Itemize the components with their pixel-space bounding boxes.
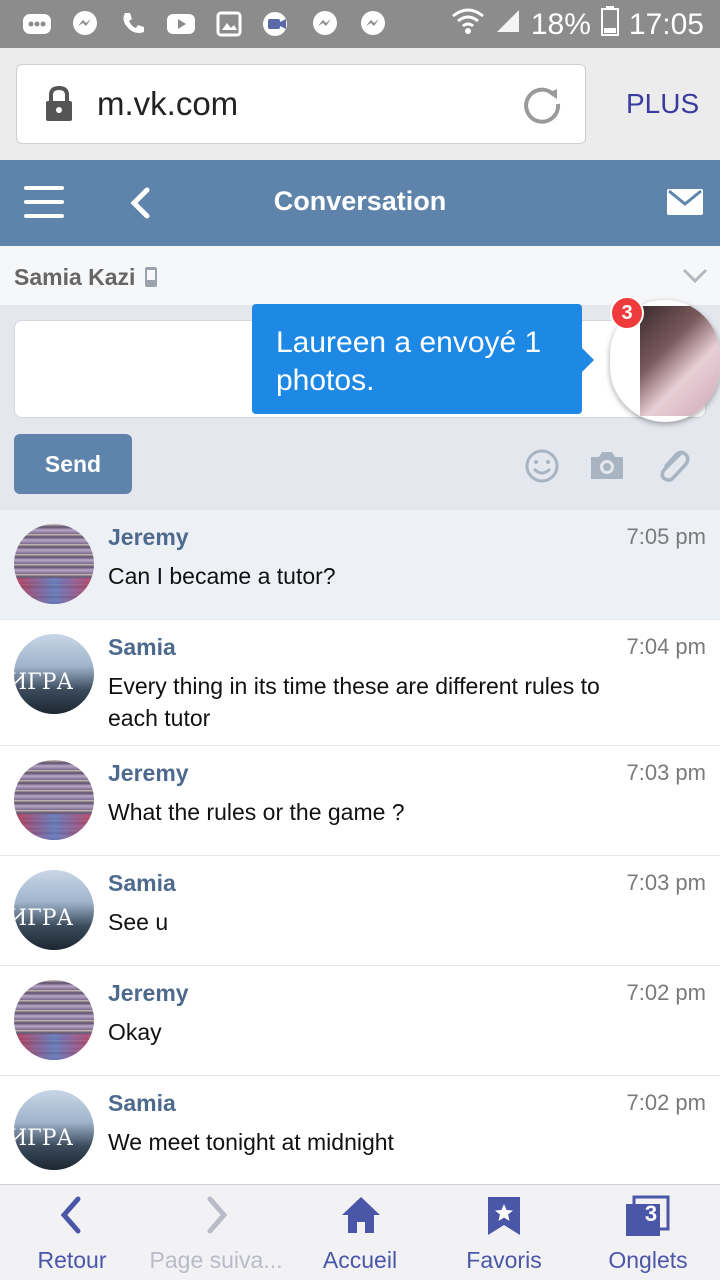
message-time: 7:03 pm xyxy=(626,870,707,895)
emoji-icon[interactable] xyxy=(524,448,560,489)
message-text: We meet tonight at midnight xyxy=(108,1129,394,1155)
browser-toolbar: m.vk.com PLUS xyxy=(0,48,720,160)
message-time: 7:05 pm xyxy=(626,524,707,549)
avatar[interactable] xyxy=(14,634,94,714)
avatar[interactable] xyxy=(14,870,94,950)
back-button[interactable]: Retour xyxy=(0,1185,144,1280)
message-item[interactable]: Samia 7:04 pm Every thing in its time th… xyxy=(0,620,720,746)
mail-icon[interactable] xyxy=(666,188,704,221)
forward-label: Page suiva... xyxy=(149,1247,283,1273)
notification-pointer xyxy=(580,346,594,374)
home-label: Accueil xyxy=(322,1247,398,1273)
system-indicators: 18% 17:05 xyxy=(451,6,704,44)
message-time: 7:02 pm xyxy=(626,980,707,1005)
message-sender[interactable]: Samia xyxy=(108,1090,176,1117)
url-bar[interactable]: m.vk.com xyxy=(16,64,586,144)
bookmark-star-icon xyxy=(486,1195,522,1242)
home-icon xyxy=(340,1195,382,1240)
message-sender[interactable]: Samia xyxy=(108,870,176,897)
message-item[interactable]: Jeremy 7:05 pm Can I became a tutor? xyxy=(0,510,720,620)
back-icon xyxy=(58,1195,84,1240)
browser-bottom-bar: Retour Page suiva... Accueil Favoris 3 O… xyxy=(0,1184,720,1280)
more-button[interactable]: PLUS xyxy=(626,88,699,120)
message-item[interactable]: Jeremy 7:02 pm Okay xyxy=(0,966,720,1076)
send-button[interactable]: Send xyxy=(14,434,132,494)
messenger-icon xyxy=(356,8,390,40)
battery-icon xyxy=(600,6,619,44)
reload-icon[interactable] xyxy=(521,83,563,130)
message-time: 7:02 pm xyxy=(626,1090,707,1115)
attach-icon[interactable] xyxy=(656,448,690,489)
url-text: m.vk.com xyxy=(97,85,239,122)
youtube-icon xyxy=(164,8,198,40)
page-title: Conversation xyxy=(273,186,447,216)
mobile-phone-icon xyxy=(144,266,158,293)
avatar[interactable] xyxy=(14,980,94,1060)
app-header: Conversation xyxy=(0,160,720,246)
message-item[interactable]: Samia 7:02 pm We meet tonight at midnigh… xyxy=(0,1076,720,1186)
message-sender[interactable]: Samia xyxy=(108,634,176,661)
message-item[interactable]: Samia 7:03 pm See u xyxy=(0,856,720,966)
status-bar: 18% 17:05 xyxy=(0,0,720,48)
chevron-down-icon[interactable] xyxy=(682,268,708,289)
message-item[interactable]: Jeremy 7:03 pm What the rules or the gam… xyxy=(0,746,720,856)
message-time: 7:04 pm xyxy=(626,634,707,659)
avatar[interactable] xyxy=(14,1090,94,1170)
message-sender[interactable]: Jeremy xyxy=(108,980,189,1007)
tabs-label: Onglets xyxy=(608,1247,688,1273)
battery-percent: 18% xyxy=(530,8,591,41)
message-list: Jeremy 7:05 pm Can I became a tutor? Sam… xyxy=(0,510,720,1186)
message-text: Okay xyxy=(108,1019,162,1045)
conversation-name: Samia Kazi xyxy=(14,264,136,290)
camera-icon[interactable] xyxy=(588,448,626,487)
avatar[interactable] xyxy=(14,524,94,604)
video-call-icon xyxy=(260,8,294,40)
message-text: Can I became a tutor? xyxy=(108,563,336,589)
unread-badge: 3 xyxy=(610,296,644,330)
wifi-icon xyxy=(451,7,485,43)
chat-head-photo xyxy=(640,306,720,416)
gallery-icon xyxy=(212,8,246,40)
message-text: What the rules or the game ? xyxy=(108,799,405,825)
bookmarks-label: Favoris xyxy=(466,1247,542,1273)
messenger-icon xyxy=(308,8,342,40)
photo-notification[interactable]: Laureen a envoyé 1 photos. xyxy=(252,304,582,414)
tabs-count: 3 xyxy=(644,1201,658,1226)
message-text: See u xyxy=(108,909,169,935)
lock-icon xyxy=(43,85,75,128)
bookmarks-button[interactable]: Favoris xyxy=(432,1185,576,1280)
signal-icon xyxy=(495,8,521,42)
notification-icons xyxy=(20,8,390,40)
avatar[interactable] xyxy=(14,760,94,840)
dots-icon xyxy=(20,8,54,40)
tabs-button[interactable]: 3 Onglets xyxy=(576,1185,720,1280)
message-sender[interactable]: Jeremy xyxy=(108,524,189,551)
home-button[interactable]: Accueil xyxy=(288,1185,432,1280)
forward-icon xyxy=(204,1195,230,1240)
clock: 17:05 xyxy=(628,8,704,41)
conversation-name-bar[interactable]: Samia Kazi xyxy=(0,246,720,306)
messenger-icon xyxy=(68,8,102,40)
message-time: 7:03 pm xyxy=(626,760,707,785)
message-sender[interactable]: Jeremy xyxy=(108,760,189,787)
phone-icon xyxy=(116,8,150,40)
forward-button[interactable]: Page suiva... xyxy=(144,1185,288,1280)
back-label: Retour xyxy=(37,1247,107,1273)
